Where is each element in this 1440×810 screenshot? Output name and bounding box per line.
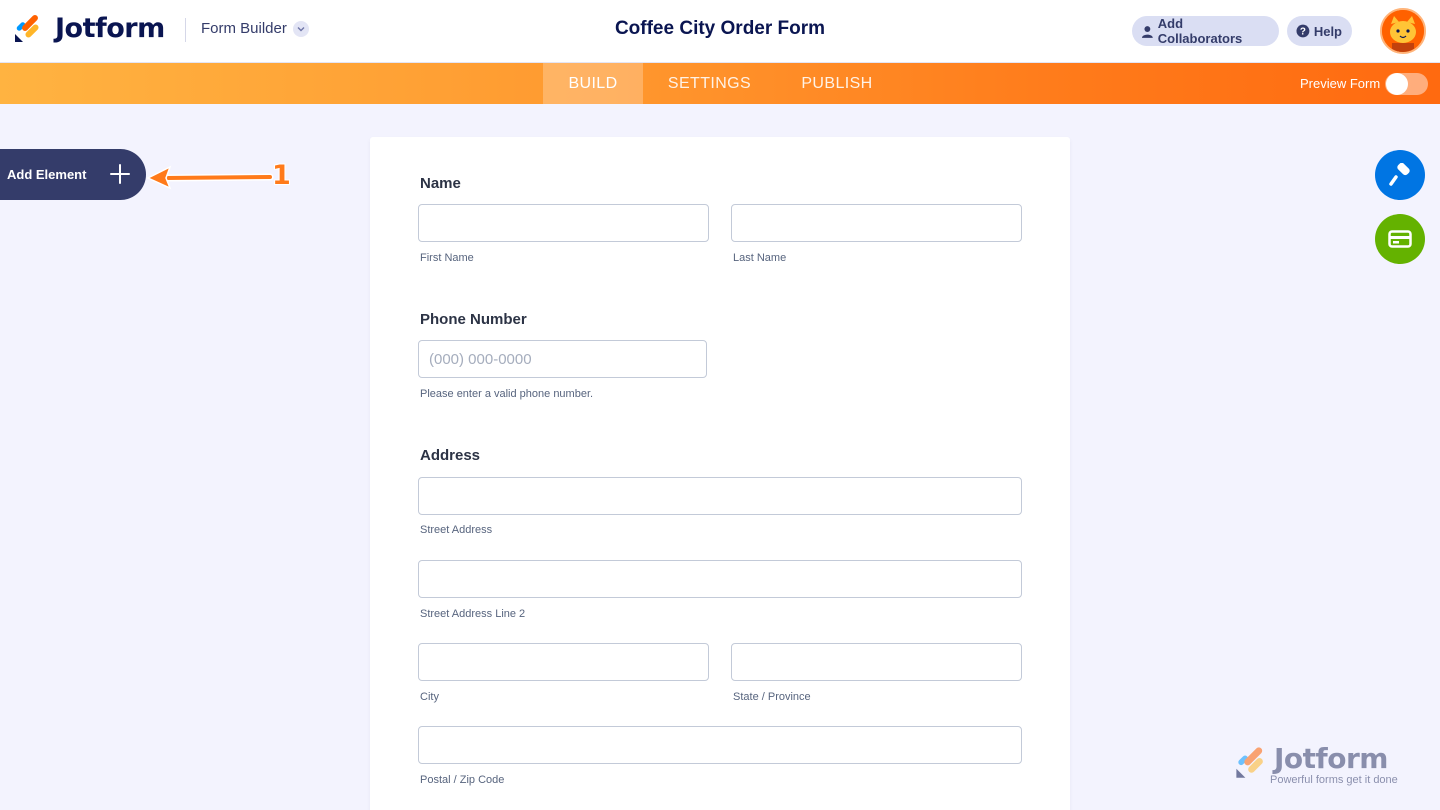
- tab-publish[interactable]: PUBLISH: [787, 63, 887, 104]
- user-icon: [1141, 25, 1153, 38]
- chevron-down-icon: [292, 20, 309, 37]
- street-address-line2-sublabel: Street Address Line 2: [420, 608, 526, 620]
- form-title[interactable]: Coffee City Order Form: [615, 18, 825, 39]
- svg-text:?: ?: [1300, 26, 1306, 37]
- paint-roller-icon: [1389, 163, 1410, 186]
- last-name-sublabel: Last Name: [733, 252, 787, 264]
- state-sublabel: State / Province: [733, 691, 811, 703]
- jotform-logo[interactable]: Jotform: [14, 12, 165, 44]
- form-designer-button[interactable]: [1375, 150, 1425, 200]
- street-address-sublabel: Street Address: [420, 524, 493, 536]
- help-button[interactable]: ? Help: [1287, 16, 1352, 46]
- top-header: Jotform Form Builder Coffee City Order F…: [0, 0, 1440, 63]
- form-builder-dropdown[interactable]: Form Builder: [201, 20, 309, 37]
- phone-label[interactable]: Phone Number: [420, 311, 527, 328]
- last-name-input[interactable]: [731, 204, 1022, 242]
- first-name-sublabel: First Name: [420, 252, 474, 264]
- address-label[interactable]: Address: [420, 447, 480, 464]
- city-input[interactable]: [418, 643, 709, 681]
- jotform-logo-icon: [15, 15, 39, 42]
- payment-settings-button[interactable]: [1375, 214, 1425, 264]
- state-input[interactable]: [731, 643, 1022, 681]
- brand-name: Jotform: [55, 12, 165, 44]
- preview-form-label: Preview Form: [1300, 76, 1381, 91]
- street-address-input[interactable]: [418, 477, 1022, 515]
- watermark-brand: Jotform: [1274, 742, 1388, 775]
- avatar[interactable]: [1380, 8, 1426, 54]
- add-element-button[interactable]: Add Element: [0, 149, 146, 200]
- add-collaborators-label: Add Collaborators: [1157, 16, 1243, 46]
- jotform-watermark: Jotform Powerful forms get it done: [1234, 742, 1414, 790]
- preview-form-toggle[interactable]: [1385, 73, 1428, 95]
- first-name-input[interactable]: [418, 204, 709, 242]
- help-label: Help: [1313, 23, 1342, 39]
- plus-icon: [110, 164, 130, 184]
- annotation-number: 1: [272, 160, 291, 191]
- question-icon: ?: [1296, 24, 1310, 37]
- builder-tabs-bar: BUILD SETTINGS PUBLISH Preview Form: [0, 63, 1440, 104]
- zip-sublabel: Postal / Zip Code: [420, 774, 505, 786]
- name-label[interactable]: Name: [420, 175, 461, 192]
- toggle-knob: [1386, 73, 1408, 95]
- jotform-watermark-logo-icon: [1236, 747, 1263, 778]
- city-sublabel: City: [420, 691, 439, 703]
- header-divider: [185, 18, 186, 42]
- watermark-tagline: Powerful forms get it done: [1270, 774, 1398, 786]
- credit-card-icon: [1388, 230, 1412, 248]
- zip-input[interactable]: [418, 726, 1022, 764]
- street-address-line2-input[interactable]: [418, 560, 1022, 598]
- tab-settings[interactable]: SETTINGS: [653, 63, 766, 104]
- avatar-cat-icon: [1382, 10, 1424, 52]
- form-builder-label: Form Builder: [201, 20, 287, 37]
- phone-input[interactable]: [418, 340, 707, 378]
- phone-hint: Please enter a valid phone number.: [420, 388, 594, 400]
- form-card: Name First Name Last Name Phone Number P…: [370, 137, 1070, 810]
- tab-build[interactable]: BUILD: [543, 63, 643, 104]
- add-collaborators-button[interactable]: Add Collaborators: [1132, 16, 1279, 46]
- add-element-label: Add Element: [7, 167, 87, 182]
